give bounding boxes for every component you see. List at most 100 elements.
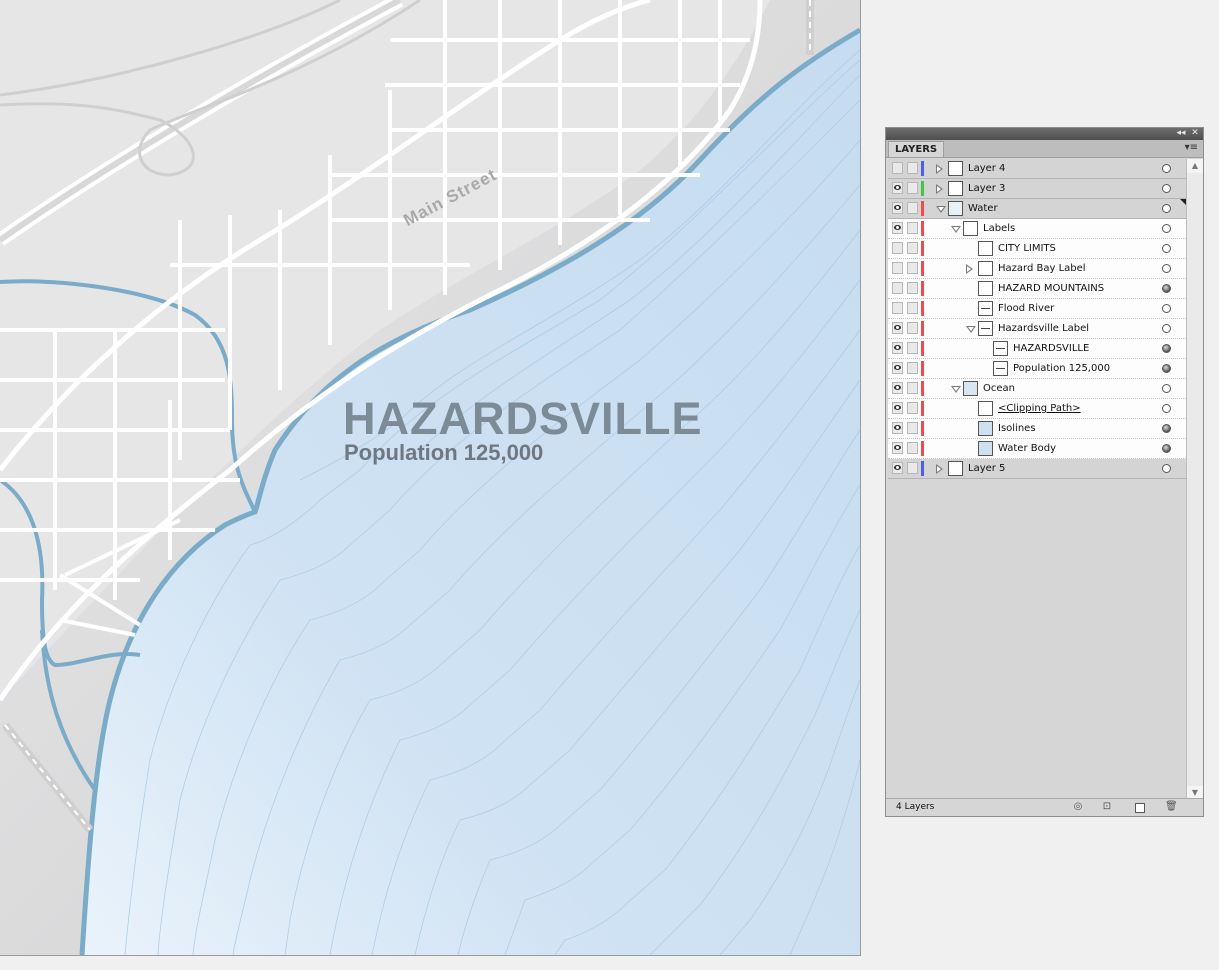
visibility-toggle[interactable]	[892, 202, 903, 214]
target-circle-icon[interactable]	[1162, 204, 1171, 213]
lock-toggle[interactable]	[907, 422, 918, 434]
target-circle-icon[interactable]	[1162, 384, 1171, 393]
city-name-label[interactable]: HAZARDSVILLE	[343, 393, 703, 445]
target-circle-icon[interactable]	[1162, 344, 1171, 353]
layer-row[interactable]: Water Body	[888, 439, 1186, 459]
layer-row[interactable]: Water	[888, 199, 1186, 219]
layer-row[interactable]: Flood River	[888, 299, 1186, 319]
lock-toggle[interactable]	[907, 362, 918, 374]
artboard-canvas[interactable]: HAZARDSVILLE Population 125,000 Main Str…	[0, 0, 861, 956]
lock-toggle[interactable]	[907, 402, 918, 414]
visibility-toggle[interactable]	[892, 322, 903, 334]
panel-titlebar[interactable]: ◂◂ ✕	[886, 128, 1203, 140]
layer-name[interactable]: Layer 4	[968, 159, 1005, 179]
lock-toggle[interactable]	[907, 322, 918, 334]
lock-toggle[interactable]	[907, 462, 918, 474]
layer-row[interactable]: Ocean	[888, 379, 1186, 399]
visibility-toggle[interactable]	[892, 402, 903, 414]
target-circle-icon[interactable]	[1162, 444, 1171, 453]
layer-name[interactable]: Water	[968, 199, 998, 219]
target-circle-icon[interactable]	[1162, 364, 1171, 373]
visibility-toggle[interactable]	[892, 462, 903, 474]
lock-toggle[interactable]	[907, 182, 918, 194]
expanded-triangle-icon[interactable]	[966, 326, 976, 333]
create-sublayer-icon[interactable]	[1134, 801, 1146, 813]
layer-row[interactable]: HAZARD MOUNTAINS	[888, 279, 1186, 299]
layer-name[interactable]: Ocean	[983, 379, 1015, 399]
target-circle-icon[interactable]	[1162, 404, 1171, 413]
target-circle-icon[interactable]	[1162, 244, 1171, 253]
locate-object-icon[interactable]: ◎	[1072, 801, 1084, 813]
visibility-toggle[interactable]	[892, 382, 903, 394]
expanded-triangle-icon[interactable]	[936, 206, 946, 213]
visibility-toggle[interactable]	[892, 182, 903, 194]
lock-toggle[interactable]	[907, 242, 918, 254]
target-circle-icon[interactable]	[1162, 224, 1171, 233]
lock-toggle[interactable]	[907, 282, 918, 294]
layer-row[interactable]: Hazardsville Label	[888, 319, 1186, 339]
target-circle-icon[interactable]	[1162, 184, 1171, 193]
collapse-panel-icon[interactable]: ◂◂	[1175, 128, 1187, 140]
collapsed-triangle-icon[interactable]	[936, 464, 943, 474]
lock-toggle[interactable]	[907, 222, 918, 234]
layer-name[interactable]: Hazardsville Label	[998, 319, 1089, 339]
layer-name[interactable]: <Clipping Path>	[998, 399, 1081, 419]
layer-row[interactable]: Labels	[888, 219, 1186, 239]
layer-name[interactable]: Population 125,000	[1013, 359, 1110, 379]
close-panel-icon[interactable]: ✕	[1189, 128, 1201, 140]
visibility-toggle[interactable]	[892, 162, 903, 174]
layer-row[interactable]: <Clipping Path>	[888, 399, 1186, 419]
lock-toggle[interactable]	[907, 342, 918, 354]
layer-list-scrollbar[interactable]: ▲ ▼	[1186, 159, 1203, 800]
make-clipping-mask-icon[interactable]: ⊡	[1101, 801, 1113, 813]
layer-row[interactable]: Isolines	[888, 419, 1186, 439]
expanded-triangle-icon[interactable]	[951, 386, 961, 393]
tab-layers[interactable]: LAYERS	[888, 141, 945, 157]
layer-row[interactable]: CITY LIMITS	[888, 239, 1186, 259]
lock-toggle[interactable]	[907, 382, 918, 394]
layer-row[interactable]: Layer 5	[888, 459, 1186, 479]
expanded-triangle-icon[interactable]	[951, 226, 961, 233]
lock-toggle[interactable]	[907, 262, 918, 274]
lock-toggle[interactable]	[907, 162, 918, 174]
layer-row[interactable]: Hazard Bay Label	[888, 259, 1186, 279]
layer-name[interactable]: HAZARDSVILLE	[1013, 339, 1089, 359]
layer-row[interactable]: Layer 3	[888, 179, 1186, 199]
layer-row[interactable]: Population 125,000	[888, 359, 1186, 379]
target-circle-icon[interactable]	[1162, 324, 1171, 333]
visibility-toggle[interactable]	[892, 242, 903, 254]
panel-menu-icon[interactable]: ▾≡	[1185, 143, 1198, 153]
target-circle-icon[interactable]	[1162, 464, 1171, 473]
visibility-toggle[interactable]	[892, 222, 903, 234]
layer-name[interactable]: Water Body	[998, 439, 1056, 459]
layer-name[interactable]: Isolines	[998, 419, 1036, 439]
layer-name[interactable]: CITY LIMITS	[998, 239, 1056, 259]
collapsed-triangle-icon[interactable]	[936, 164, 943, 174]
lock-toggle[interactable]	[907, 302, 918, 314]
layer-name[interactable]: Layer 5	[968, 459, 1005, 479]
lock-toggle[interactable]	[907, 442, 918, 454]
layer-name[interactable]: Layer 3	[968, 179, 1005, 199]
visibility-toggle[interactable]	[892, 302, 903, 314]
collapsed-triangle-icon[interactable]	[936, 184, 943, 194]
target-circle-icon[interactable]	[1162, 284, 1171, 293]
layer-name[interactable]: Hazard Bay Label	[998, 259, 1086, 279]
layer-name[interactable]: HAZARD MOUNTAINS	[998, 279, 1104, 299]
layer-row[interactable]: Layer 4	[888, 159, 1186, 179]
target-circle-icon[interactable]	[1162, 264, 1171, 273]
visibility-toggle[interactable]	[892, 282, 903, 294]
visibility-toggle[interactable]	[892, 362, 903, 374]
visibility-toggle[interactable]	[892, 342, 903, 354]
visibility-toggle[interactable]	[892, 422, 903, 434]
target-circle-icon[interactable]	[1162, 304, 1171, 313]
collapsed-triangle-icon[interactable]	[966, 264, 973, 274]
layer-row[interactable]: HAZARDSVILLE	[888, 339, 1186, 359]
population-label[interactable]: Population 125,000	[344, 439, 543, 467]
visibility-toggle[interactable]	[892, 262, 903, 274]
target-circle-icon[interactable]	[1162, 164, 1171, 173]
visibility-toggle[interactable]	[892, 442, 903, 454]
scroll-up-icon[interactable]: ▲	[1187, 159, 1203, 173]
layer-name[interactable]: Labels	[983, 219, 1015, 239]
target-circle-icon[interactable]	[1162, 424, 1171, 433]
lock-toggle[interactable]	[907, 202, 918, 214]
